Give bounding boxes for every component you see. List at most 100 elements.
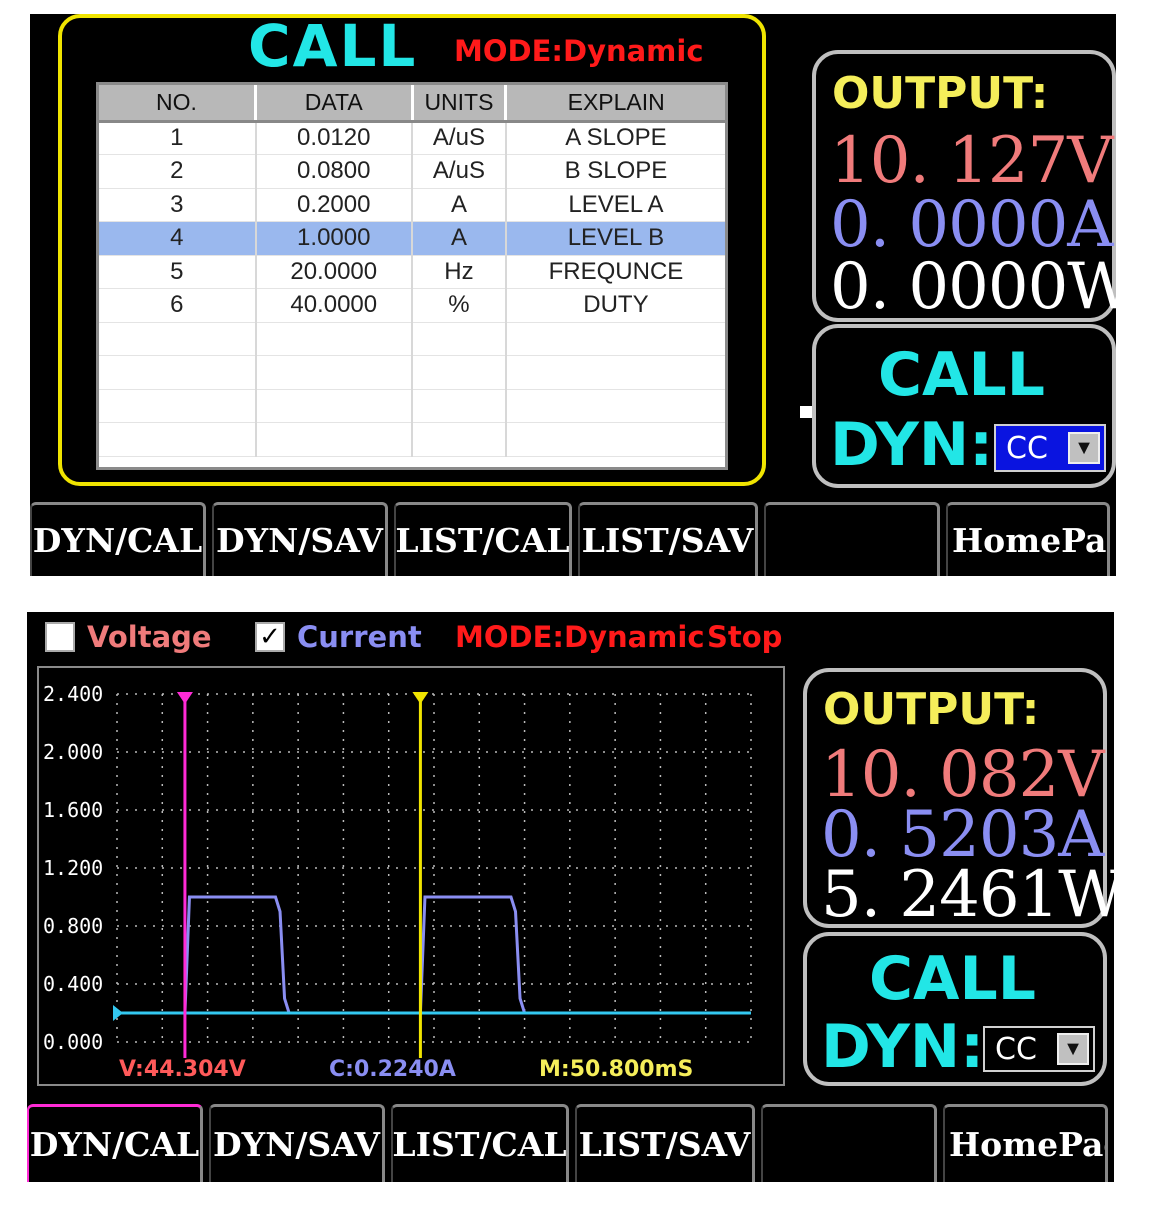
readout-c: C:0.2240A — [329, 1057, 456, 1082]
bottom-tab-bar: DYN/CAL DYN/SAV LIST/CAL LIST/SAV HomePa… — [27, 1104, 1114, 1182]
y-tick-label: 2.400 — [43, 682, 103, 706]
cell-data — [255, 389, 413, 423]
cell-explain — [505, 389, 725, 423]
cell-units — [412, 389, 507, 423]
cell-data: 40.0000 — [255, 288, 413, 323]
call-table-screen: CALL MODE:Dynamic NO. DATA UNITS EXPLAIN… — [30, 14, 1116, 576]
table-row[interactable]: 4 1.0000 A LEVEL B — [99, 221, 725, 256]
tab-list-cal[interactable]: LIST/CAL — [391, 1104, 569, 1182]
cell-no: 5 — [99, 255, 257, 289]
output-label: OUTPUT: — [823, 684, 1040, 735]
table-row[interactable] — [99, 389, 725, 423]
table-row[interactable] — [99, 322, 725, 356]
y-tick-label: 0.400 — [43, 972, 103, 996]
cell-explain: A SLOPE — [505, 121, 725, 155]
y-tick-label: 0.000 — [43, 1030, 103, 1054]
cell-data: 0.2000 — [255, 188, 413, 222]
dyn-label: DYN: — [821, 1012, 985, 1082]
tab-dyn-sav[interactable]: DYN/SAV — [212, 502, 388, 576]
cursor-b-marker-icon — [412, 692, 429, 704]
output-power: 5. 2461W — [821, 858, 1114, 932]
cell-explain — [505, 322, 725, 356]
mode-panel-title: CALL — [878, 340, 1045, 410]
tab-homepage[interactable]: HomePage — [943, 1104, 1108, 1182]
table-row[interactable] — [99, 422, 725, 457]
dyn-mode-select[interactable]: CC ▼ — [994, 424, 1106, 472]
cell-units: Hz — [412, 255, 507, 289]
readout-m: M:50.800mS — [539, 1057, 693, 1082]
cell-no: 3 — [99, 188, 257, 222]
table-row[interactable]: 3 0.2000 A LEVEL A — [99, 188, 725, 222]
cell-data: 0.0800 — [255, 154, 413, 189]
tab-list-sav[interactable]: LIST/SAV — [575, 1104, 755, 1182]
tab-list-sav[interactable]: LIST/SAV — [578, 502, 758, 576]
cell-units: A — [412, 188, 507, 222]
table-row[interactable] — [99, 355, 725, 390]
tab-dyn-cal[interactable]: DYN/CAL — [30, 502, 206, 576]
table-row[interactable]: 2 0.0800 A/uS B SLOPE — [99, 154, 725, 189]
table-row[interactable]: 1 0.0120 A/uS A SLOPE — [99, 121, 725, 155]
cell-no: 1 — [99, 121, 257, 155]
tab-empty[interactable] — [764, 502, 940, 576]
tab-homepage[interactable]: HomePage — [946, 502, 1110, 576]
y-tick-label: 1.200 — [43, 856, 103, 880]
column-header-no: NO. — [99, 85, 257, 123]
cell-explain — [505, 422, 725, 457]
voltage-toggle-label: Voltage — [87, 620, 212, 654]
dyn-mode-select-value: CC — [995, 1031, 1037, 1067]
cell-no: 2 — [99, 154, 257, 189]
cell-explain: LEVEL B — [505, 221, 725, 256]
cell-no — [99, 389, 257, 423]
focus-indicator — [800, 406, 812, 418]
run-state-label: Stop — [707, 620, 783, 654]
cell-data — [255, 322, 413, 356]
mode-panel: CALL DYN: CC ▼ — [812, 324, 1116, 488]
y-tick-label: 1.600 — [43, 798, 103, 822]
baseline-marker-icon — [113, 1005, 123, 1021]
cell-no — [99, 355, 257, 390]
cell-units: A/uS — [412, 121, 507, 155]
cell-data — [255, 422, 413, 457]
cell-explain: FREQUNCE — [505, 255, 725, 289]
y-tick-label: 0.800 — [43, 914, 103, 938]
dyn-mode-select[interactable]: CC ▼ — [983, 1026, 1095, 1072]
tab-list-cal[interactable]: LIST/CAL — [394, 502, 572, 576]
cell-units — [412, 422, 507, 457]
cell-units: A — [412, 221, 507, 256]
tab-empty[interactable] — [761, 1104, 937, 1182]
chevron-down-icon[interactable]: ▼ — [1057, 1033, 1089, 1065]
mode-label: MODE:Dynamic — [455, 620, 705, 654]
mode-panel-title: CALL — [869, 944, 1036, 1014]
cell-units: % — [412, 288, 507, 323]
chevron-down-icon[interactable]: ▼ — [1068, 432, 1100, 464]
call-waveform-screen: Voltage ✓ Current MODE:Dynamic Stop 2.40… — [27, 612, 1114, 1182]
current-checkbox[interactable]: ✓ — [255, 622, 285, 652]
waveform-svg: 2.400 2.000 1.600 1.200 0.800 0.400 0.000 V:44.… — [43, 682, 752, 1082]
mode-label: MODE:Dynamic — [454, 34, 704, 68]
cell-data: 20.0000 — [255, 255, 413, 289]
readout-v: V:44.304V — [119, 1057, 246, 1082]
cell-units — [412, 322, 507, 356]
current-toggle-label: Current — [297, 620, 422, 654]
cell-data — [255, 355, 413, 390]
output-power: 0. 0000W — [830, 250, 1116, 324]
cell-explain: LEVEL A — [505, 188, 725, 222]
cell-no: 6 — [99, 288, 257, 323]
voltage-toggle[interactable]: Voltage — [45, 620, 212, 654]
cell-data: 1.0000 — [255, 221, 413, 256]
cell-data: 0.0120 — [255, 121, 413, 155]
mode-panel: CALL DYN: CC ▼ — [803, 932, 1107, 1086]
cell-units — [412, 355, 507, 390]
voltage-checkbox[interactable] — [45, 622, 75, 652]
table-row[interactable]: 6 40.0000% DUTY — [99, 288, 725, 323]
parameter-table: NO. DATA UNITS EXPLAIN 1 0.0120 A/uS A SLOP… — [96, 82, 728, 470]
cell-explain: DUTY — [505, 288, 725, 323]
dyn-mode-select-value: CC — [1006, 430, 1048, 466]
tab-dyn-cal[interactable]: DYN/CAL — [27, 1104, 203, 1182]
page-title: CALL — [248, 14, 418, 80]
current-toggle[interactable]: ✓ Current — [255, 620, 422, 654]
bottom-tab-bar: DYN/CAL DYN/SAV LIST/CAL LIST/SAV HomePa… — [30, 502, 1116, 576]
waveform-chart: 2.400 2.000 1.600 1.200 0.800 0.400 0.000 V:44.… — [37, 666, 785, 1086]
tab-dyn-sav[interactable]: DYN/SAV — [209, 1104, 385, 1182]
table-row[interactable]: 5 20.0000 Hz FREQUNCE — [99, 255, 725, 289]
